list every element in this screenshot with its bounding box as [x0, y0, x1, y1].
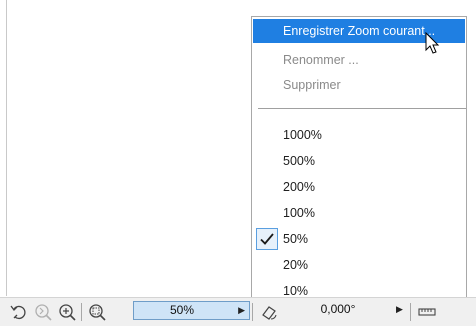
zoom-in-icon[interactable]	[56, 301, 78, 323]
checkmark-icon	[256, 228, 278, 250]
menu-item-label: 10%	[283, 284, 309, 298]
menu-item-label: 500%	[283, 154, 315, 168]
zoom-value: 50%	[169, 303, 195, 317]
menu-item-zoom-50[interactable]: 50%	[253, 227, 465, 251]
ruler-icon[interactable]	[416, 301, 438, 323]
menu-item-zoom-500[interactable]: 500%	[253, 149, 465, 173]
navigator-toolbar: 50% ▶ 0,000° ▶	[0, 297, 476, 326]
dropdown-arrow-icon[interactable]: ▶	[396, 301, 403, 318]
menu-item-zoom-1000[interactable]: 1000%	[253, 123, 465, 147]
menu-item-label: 50%	[283, 232, 309, 246]
menu-item-delete: Supprimer	[253, 73, 465, 97]
menu-item-label: Renommer ...	[283, 53, 359, 67]
menu-item-label: 20%	[283, 258, 309, 272]
menu-item-zoom-200[interactable]: 200%	[253, 175, 465, 199]
undo-zoom-icon[interactable]	[8, 301, 30, 323]
toolbar-separator	[252, 303, 253, 321]
menu-item-label: 200%	[283, 180, 315, 194]
redo-zoom-icon	[32, 301, 54, 323]
bottom-strip	[0, 326, 476, 335]
dropdown-arrow-icon[interactable]: ▶	[238, 302, 245, 319]
menu-item-label: 1000%	[283, 128, 322, 142]
menu-separator	[258, 108, 466, 109]
menu-item-label: Enregistrer Zoom courant...	[283, 24, 436, 38]
mouse-cursor-icon	[425, 31, 441, 61]
menu-item-label: Supprimer	[283, 78, 341, 92]
menu-item-label: 100%	[283, 206, 315, 220]
menu-item-zoom-100[interactable]: 100%	[253, 201, 465, 225]
canvas-border	[6, 0, 7, 296]
orientation-angle-field[interactable]: 0,000° ▶	[256, 301, 406, 320]
zoom-value-field[interactable]: 50% ▶	[133, 301, 250, 320]
menu-item-zoom-20[interactable]: 20%	[253, 253, 465, 277]
toolbar-separator	[81, 303, 82, 321]
angle-value: 0,000°	[320, 302, 356, 316]
toolbar-separator	[410, 303, 411, 321]
fit-window-icon[interactable]	[86, 301, 108, 323]
